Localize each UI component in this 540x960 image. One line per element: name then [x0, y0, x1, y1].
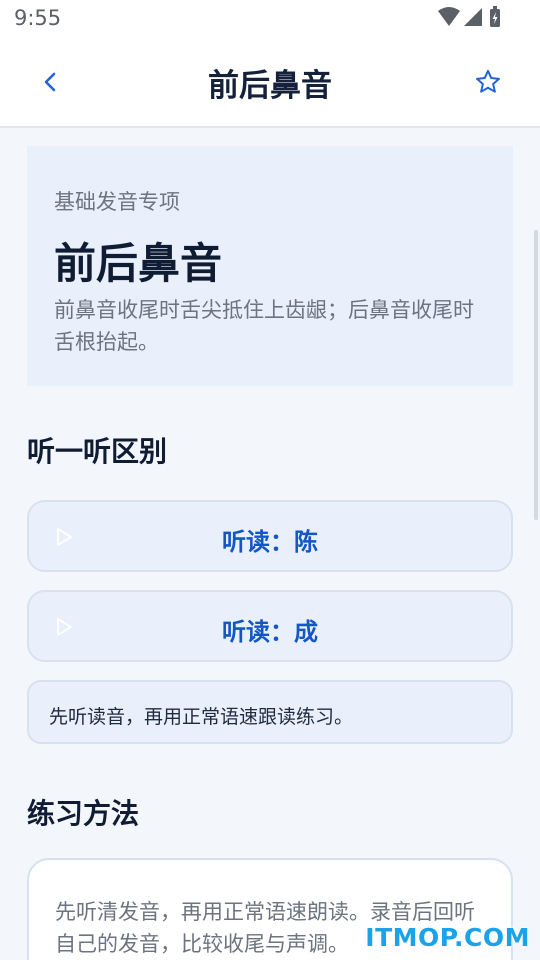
status-bar: 9:55 — [0, 0, 540, 36]
wifi-icon — [438, 7, 460, 26]
battery-charging-icon — [490, 6, 500, 27]
status-icons — [438, 6, 500, 27]
listen-button-label: 听读：成 — [222, 618, 318, 646]
lesson-title: 前后鼻音 — [54, 239, 223, 288]
listen-button-label: 听读：陈 — [222, 528, 318, 556]
watermark: ITMOP.COM — [365, 923, 530, 952]
listen-button-cheng[interactable]: 听读：成 — [27, 590, 513, 662]
lesson-category: 基础发音专项 — [54, 190, 180, 214]
cellular-signal-icon — [464, 8, 482, 26]
star-outline-icon — [476, 69, 500, 93]
favorite-button[interactable] — [470, 64, 506, 100]
page-title: 前后鼻音 — [208, 68, 332, 104]
listen-tip-text: 先听读音，再用正常语速跟读练习。 — [49, 706, 354, 728]
lesson-hero-card: 基础发音专项 前后鼻音 前鼻音收尾时舌尖抵住上齿龈；后鼻音收尾时舌根抬起。 — [27, 146, 513, 386]
lesson-description: 前鼻音收尾时舌尖抵住上齿龈；后鼻音收尾时舌根抬起。 — [54, 298, 474, 354]
app-bar: 前后鼻音 — [0, 36, 540, 128]
status-time: 9:55 — [14, 6, 62, 30]
method-section-title: 练习方法 — [27, 797, 140, 830]
content-scroll-area[interactable]: 基础发音专项 前后鼻音 前鼻音收尾时舌尖抵住上齿龈；后鼻音收尾时舌根抬起。 听一… — [0, 128, 540, 960]
scrollbar-thumb[interactable] — [534, 230, 538, 520]
listen-section-title: 听一听区别 — [27, 435, 168, 468]
listen-tip: 先听读音，再用正常语速跟读练习。 — [27, 680, 513, 744]
listen-button-chen[interactable]: 听读：陈 — [27, 500, 513, 572]
